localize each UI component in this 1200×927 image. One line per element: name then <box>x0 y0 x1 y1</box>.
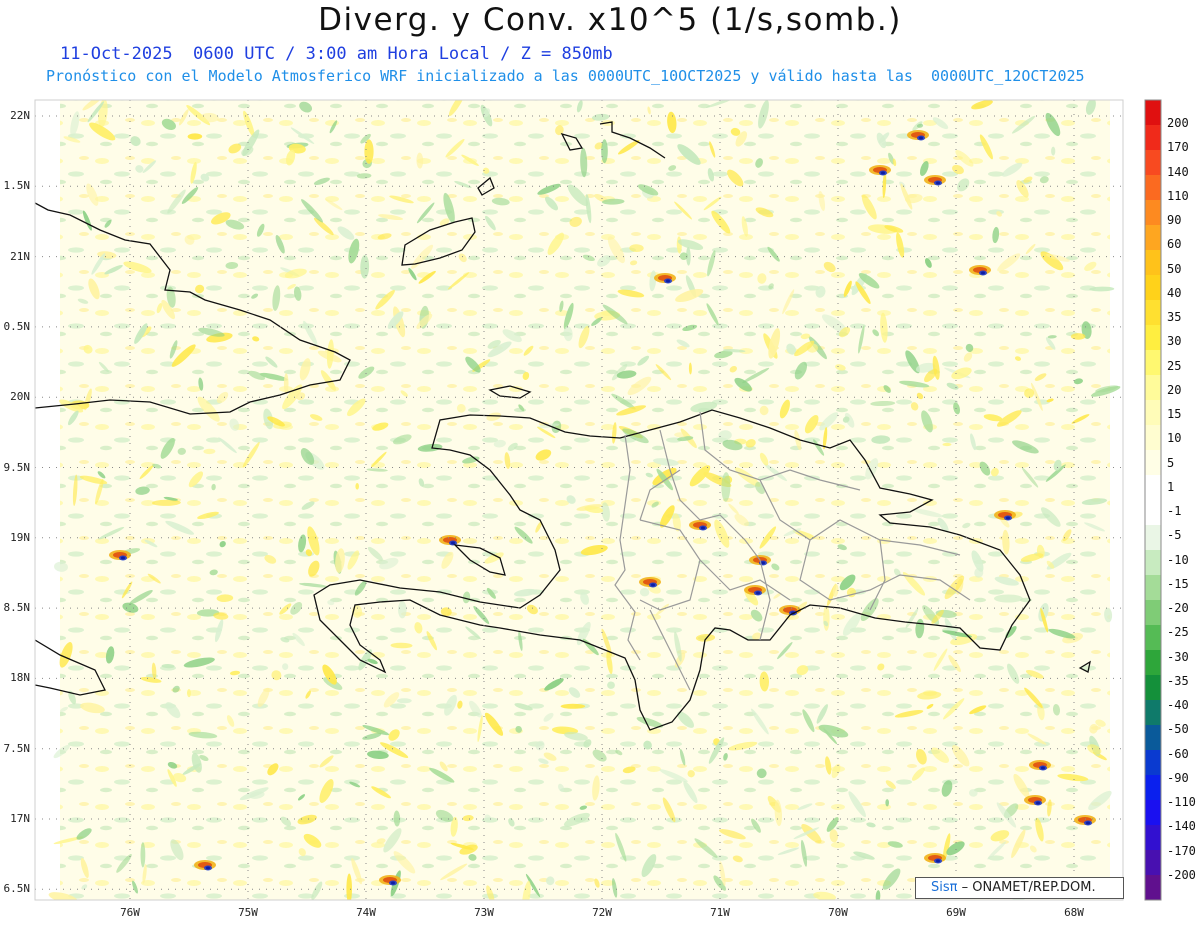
colorbar-label: -1 <box>1167 504 1182 519</box>
lat-label: 18N <box>10 671 30 685</box>
colorbar-label: 140 <box>1167 164 1189 179</box>
colorbar-label: 10 <box>1167 431 1182 446</box>
colorbar-swatch <box>1145 300 1161 326</box>
colorbar-label: 50 <box>1167 261 1182 276</box>
lat-label: 8.5N <box>3 601 31 615</box>
lon-label: 76W <box>120 906 140 919</box>
lon-label: 70W <box>828 906 848 919</box>
lon-label: 75W <box>238 906 258 919</box>
lon-label: 71W <box>710 906 730 919</box>
colorbar-label: -200 <box>1167 867 1196 882</box>
colorbar-label: -20 <box>1167 601 1189 616</box>
colorbar-label: 170 <box>1167 140 1189 155</box>
colorbar-label: -170 <box>1167 843 1196 858</box>
colorbar-label: -10 <box>1167 552 1189 567</box>
colorbar-label: 5 <box>1167 455 1175 470</box>
colorbar-label: 60 <box>1167 237 1182 252</box>
lat-label: 6.5N <box>3 882 31 896</box>
colorbar-swatch <box>1145 675 1161 701</box>
plot-area <box>35 100 1123 900</box>
colorbar-label: 35 <box>1167 310 1182 325</box>
colorbar-swatch <box>1145 275 1161 301</box>
colorbar-label: -35 <box>1167 673 1189 688</box>
colorbar-swatch <box>1145 725 1161 751</box>
colorbar-label: 40 <box>1167 285 1182 300</box>
lon-label: 74W <box>356 906 376 919</box>
lat-label: 7.5N <box>3 741 31 755</box>
colorbar-swatch <box>1145 250 1161 276</box>
colorbar-label: 25 <box>1167 358 1182 373</box>
lat-label: 22N <box>10 109 30 122</box>
lat-label: 17N <box>10 812 30 825</box>
colorbar-swatch <box>1145 600 1161 626</box>
lat-label: 20N <box>10 390 30 404</box>
colorbar-swatch <box>1145 525 1161 551</box>
colorbar-swatch <box>1145 625 1161 651</box>
colorbar-label: -90 <box>1167 770 1189 785</box>
colorbar-swatch <box>1145 800 1161 826</box>
colorbar-swatch <box>1145 575 1161 601</box>
colorbar-swatch <box>1145 325 1161 351</box>
colorbar-label: 30 <box>1167 334 1182 349</box>
forecast-map <box>34 99 1162 901</box>
credit-brand: Sisπ <box>931 880 958 895</box>
lon-label: 73W <box>474 906 494 919</box>
colorbar-label: -15 <box>1167 576 1189 591</box>
colorbar-label: 1 <box>1167 479 1175 494</box>
colorbar-swatch <box>1145 400 1161 426</box>
colorbar-swatch <box>1145 350 1161 376</box>
lon-label: 69W <box>946 906 966 919</box>
lon-label: 72W <box>592 906 612 919</box>
colorbar-swatch <box>1145 825 1161 851</box>
colorbar <box>1144 99 1162 901</box>
colorbar-swatch <box>1145 225 1161 251</box>
colorbar-swatch <box>1145 775 1161 801</box>
colorbar-swatch <box>1145 650 1161 676</box>
lat-label: 21N <box>10 249 30 263</box>
colorbar-label: -110 <box>1167 795 1196 810</box>
colorbar-swatch <box>1145 850 1161 876</box>
lat-label: 19N <box>10 530 30 544</box>
colorbar-swatch <box>1145 100 1161 126</box>
credit-org: – ONAMET/REP.DOM. <box>961 880 1096 895</box>
lon-label: 68W <box>1064 906 1084 919</box>
colorbar-swatch <box>1145 550 1161 576</box>
lat-label: 0.5N <box>3 319 31 333</box>
colorbar-swatch <box>1145 425 1161 451</box>
colorbar-swatch <box>1145 375 1161 401</box>
colorbar-swatch <box>1145 200 1161 226</box>
colorbar-label: 20 <box>1167 382 1182 397</box>
colorbar-swatch <box>1145 125 1161 151</box>
colorbar-swatch <box>1145 150 1161 176</box>
colorbar-label: 15 <box>1167 407 1182 422</box>
credit-box: Sisπ – ONAMET/REP.DOM. <box>915 877 1124 899</box>
colorbar-swatch <box>1145 700 1161 726</box>
colorbar-label: -30 <box>1167 649 1189 664</box>
lat-label: 1.5N <box>3 179 31 193</box>
colorbar-label: -25 <box>1167 625 1189 640</box>
colorbar-swatch <box>1145 475 1161 501</box>
colorbar-swatch <box>1145 175 1161 201</box>
colorbar-label: -5 <box>1167 528 1182 543</box>
colorbar-label: 110 <box>1167 188 1189 203</box>
colorbar-label: -140 <box>1167 819 1196 834</box>
lat-label: 9.5N <box>3 460 31 474</box>
colorbar-label: 90 <box>1167 213 1182 228</box>
colorbar-label: -60 <box>1167 746 1189 761</box>
colorbar-swatch <box>1145 750 1161 776</box>
colorbar-label: 200 <box>1167 116 1189 131</box>
colorbar-swatch <box>1145 875 1161 901</box>
colorbar-swatch <box>1145 500 1161 526</box>
colorbar-label: -50 <box>1167 722 1189 737</box>
colorbar-swatch <box>1145 450 1161 476</box>
colorbar-label: -40 <box>1167 698 1189 713</box>
